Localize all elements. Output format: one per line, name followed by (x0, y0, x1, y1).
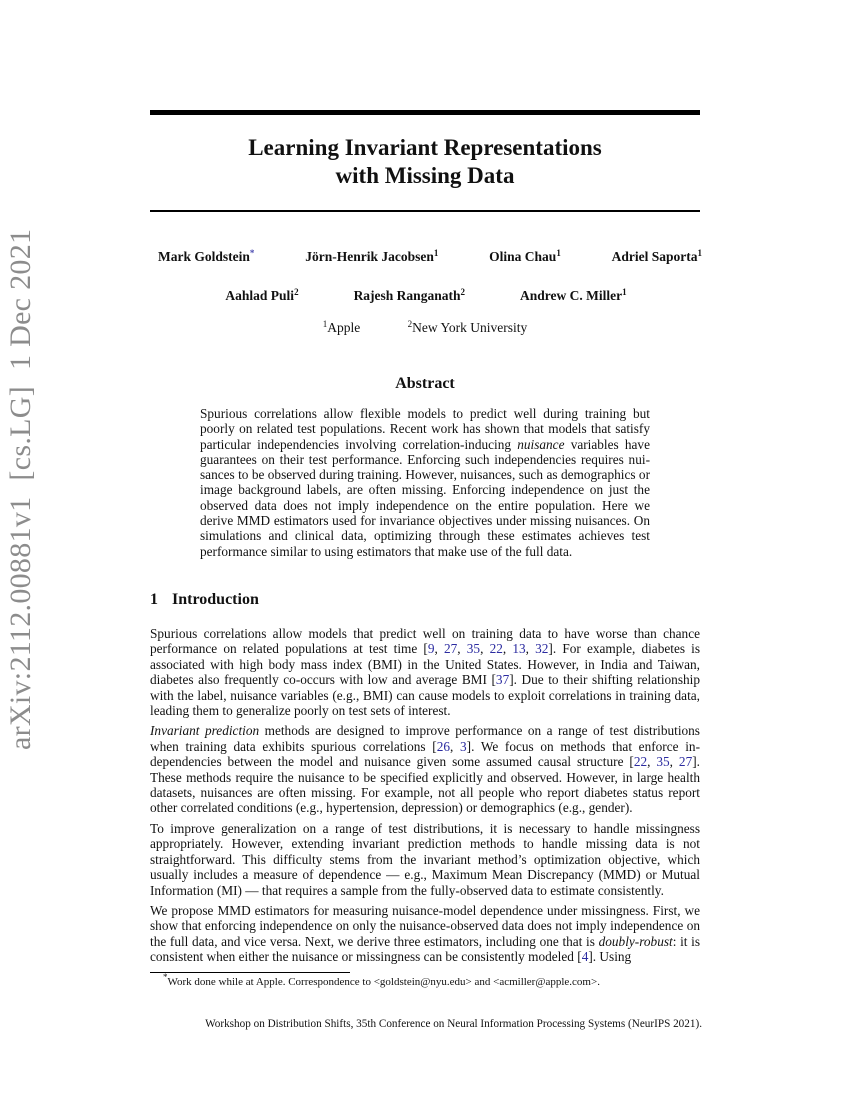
title-line-1: Learning Invariant Representations (248, 135, 602, 160)
author: Mark Goldstein* (158, 248, 255, 265)
paragraph: We propose MMD estimators for measuring … (150, 902, 701, 965)
affiliations: 1Apple 2New York University (150, 320, 700, 336)
title-top-rule (150, 110, 700, 115)
paragraph: Spurious correlations allow models that … (150, 626, 701, 719)
author: Aahlad Puli2 (225, 287, 299, 304)
affiliation: 1Apple (322, 319, 361, 336)
section-number: 1 (150, 591, 158, 608)
citation-link[interactable]: 22 (490, 641, 503, 656)
citation-link[interactable]: 13 (512, 641, 525, 656)
arxiv-identifier-stamp: arXiv:2112.00881v1 [cs.LG] 1 Dec 2021 (4, 229, 38, 750)
authors-row-2: Aahlad Puli2 Rajesh Ranganath2 Andrew C.… (150, 288, 702, 304)
arxiv-category: [cs.LG] (4, 386, 37, 481)
arxiv-date: 1 Dec 2021 (4, 228, 37, 370)
author: Adriel Saporta1 (611, 248, 702, 265)
paragraph: Invariant prediction methods are designe… (150, 723, 700, 816)
footnote-rule (150, 972, 350, 973)
abstract-text: Spurious correlations allow flexible mod… (200, 406, 650, 559)
author: Jörn-Henrik Jacobsen1 (305, 248, 439, 265)
arxiv-id: arXiv:2112.00881v1 (4, 496, 37, 750)
citation-link[interactable]: 35 (656, 754, 669, 769)
citation-link[interactable]: 9 (428, 641, 435, 656)
author: Olina Chau1 (489, 248, 561, 265)
citation-link[interactable]: 35 (467, 641, 480, 656)
footnote-marker[interactable]: * (250, 248, 255, 258)
citation-link[interactable]: 26 (437, 739, 450, 754)
section-title: Introduction (172, 591, 259, 608)
citation-link[interactable]: 27 (679, 754, 692, 769)
paragraph: To improve generalization on a range of … (150, 820, 700, 898)
body-text: Spurious correlations allow models that … (150, 626, 700, 970)
footnote: *Work done while at Apple. Correspondenc… (163, 972, 600, 989)
citation-link[interactable]: 27 (444, 641, 457, 656)
section-heading-introduction: 1 Introduction (150, 591, 259, 609)
citation-link[interactable]: 37 (496, 672, 509, 687)
abstract-heading: Abstract (395, 375, 455, 392)
author: Rajesh Ranganath2 (353, 287, 465, 304)
author: Andrew C. Miller1 (519, 287, 627, 304)
title-bottom-rule (150, 210, 700, 212)
citation-link[interactable]: 3 (460, 739, 467, 754)
affiliation: 2New York University (407, 319, 528, 336)
paper-title: Learning Invariant Representations with … (150, 134, 700, 190)
title-line-2: with Missing Data (335, 163, 515, 188)
citation-link[interactable]: 32 (535, 641, 548, 656)
citation-link[interactable]: 22 (634, 754, 647, 769)
venue-footer: Workshop on Distribution Shifts, 35th Co… (205, 1018, 702, 1030)
authors-row-1: Mark Goldstein* Jörn-Henrik Jacobsen1 Ol… (150, 249, 702, 265)
